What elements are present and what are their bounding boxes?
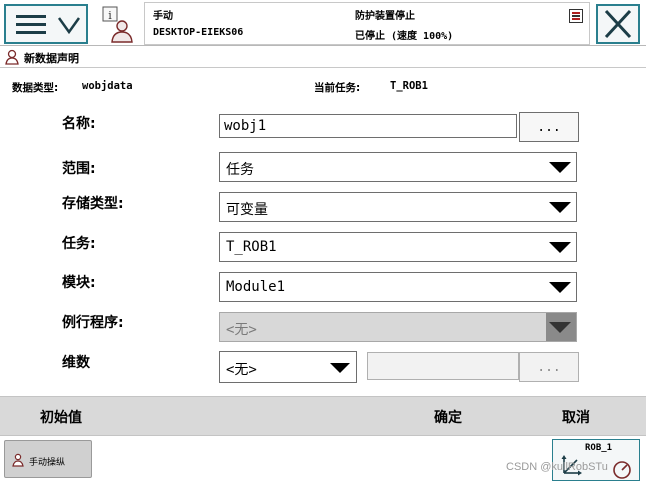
name-input[interactable]: wobj1	[219, 114, 517, 138]
dimension-label: 维数	[62, 355, 90, 371]
operator-info-icon[interactable]: i	[98, 4, 140, 44]
top-bar: i 手动 DESKTOP-EIEKS06 防护装置停止 已停止 (速度 100%…	[0, 0, 646, 46]
data-declaration-icon	[5, 49, 19, 65]
main-menu-button[interactable]	[4, 4, 88, 44]
close-button[interactable]	[596, 4, 640, 44]
chevron-down-icon	[57, 17, 81, 35]
dropdown-arrow-icon[interactable]	[546, 193, 576, 221]
routine-label: 例行程序:	[62, 315, 124, 331]
run-state: 已停止 (速度 100%)	[355, 31, 454, 42]
data-type-label: 数据类型:	[12, 82, 59, 94]
dimension-select[interactable]: <无>	[219, 351, 357, 383]
module-value: Module1	[226, 279, 286, 295]
taskbar-jogging-label: 手动操纵	[29, 458, 66, 468]
operation-mode: 手动	[153, 11, 173, 22]
cancel-button[interactable]: 取消	[562, 407, 590, 427]
current-task-value: T_ROB1	[390, 80, 428, 92]
current-task-label: 当前任务:	[314, 82, 361, 94]
scope-label: 范围:	[62, 161, 96, 177]
dimension-keyboard-button: ...	[519, 352, 579, 382]
task-label: 任务:	[62, 236, 96, 252]
storage-type-label: 存储类型:	[62, 196, 124, 212]
dropdown-arrow-icon[interactable]	[546, 273, 576, 301]
dimension-size-input	[367, 352, 519, 380]
robot-unit-label: ROB_1	[585, 443, 613, 453]
routine-select: <无>	[219, 312, 577, 342]
name-label: 名称:	[62, 116, 96, 132]
scope-value: 任务	[226, 162, 254, 178]
storage-type-select[interactable]: 可变量	[219, 192, 577, 222]
jogging-icon	[12, 453, 24, 467]
svg-text:i: i	[108, 9, 112, 22]
task-select[interactable]: T_ROB1	[219, 232, 577, 262]
name-value: wobj1	[224, 118, 267, 134]
taskbar-jogging-button[interactable]: 手动操纵	[4, 440, 92, 478]
watermark: CSDN @kullRobSTu	[506, 461, 608, 473]
initial-value-button[interactable]: 初始值	[40, 407, 82, 427]
dimension-value: <无>	[226, 362, 257, 378]
storage-type-value: 可变量	[226, 202, 268, 218]
dropdown-arrow-icon[interactable]	[546, 153, 576, 181]
speed-gauge-icon	[613, 461, 631, 479]
window-title-bar: 新数据声明	[0, 46, 646, 68]
safety-status: 防护装置停止	[355, 11, 415, 22]
dropdown-arrow-icon[interactable]	[546, 233, 576, 261]
ok-button[interactable]: 确定	[434, 407, 462, 427]
task-value: T_ROB1	[226, 239, 277, 255]
close-icon	[604, 9, 632, 39]
page-title: 新数据声明	[24, 52, 79, 65]
data-type-value: wobjdata	[82, 80, 133, 92]
dropdown-arrow-icon[interactable]	[328, 354, 354, 380]
event-log-icon[interactable]	[569, 9, 583, 23]
routine-value: <无>	[226, 322, 257, 338]
name-keyboard-button[interactable]: ...	[519, 112, 579, 142]
action-bar: 初始值 确定 取消	[0, 396, 646, 436]
module-select[interactable]: Module1	[219, 272, 577, 302]
quickset-robot-button[interactable]: ROB_1	[552, 439, 640, 481]
hamburger-icon	[16, 15, 46, 35]
scope-select[interactable]: 任务	[219, 152, 577, 182]
module-label: 模块:	[62, 275, 96, 291]
declaration-info: 数据类型: wobjdata 当前任务: T_ROB1	[0, 76, 646, 96]
controller-name: DESKTOP-EIEKS06	[153, 27, 244, 38]
status-panel[interactable]: 手动 DESKTOP-EIEKS06 防护装置停止 已停止 (速度 100%)	[144, 2, 590, 45]
dropdown-arrow-icon	[546, 313, 576, 341]
